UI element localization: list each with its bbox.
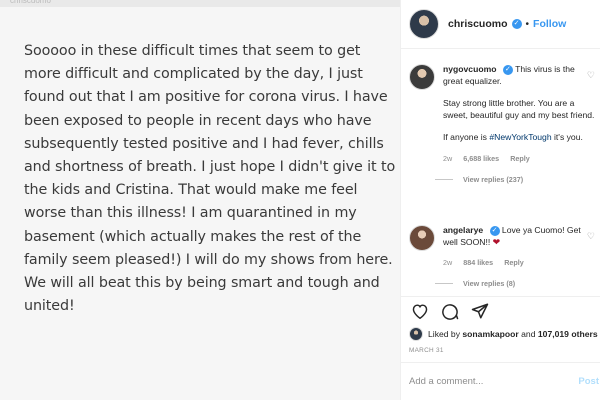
commenter-avatar[interactable] (409, 225, 435, 251)
share-paper-plane-icon[interactable] (469, 300, 491, 322)
liker-avatar (409, 327, 423, 341)
commenter-username[interactable]: nygovcuomo (443, 64, 496, 74)
replies-divider-line (435, 178, 453, 180)
reply-button[interactable]: Reply (510, 154, 530, 163)
comment-meta: 2w 6,688 likes Reply (443, 153, 595, 165)
post-image-watermark: chriscuomo (10, 0, 51, 5)
comment-meta: 2w 884 likes Reply (443, 257, 595, 269)
follow-button[interactable]: Follow (533, 18, 566, 30)
view-replies-button[interactable]: View replies (8) (435, 279, 595, 288)
comment-paragraph: Stay strong little brother. You are a sw… (443, 98, 595, 120)
comment-body: angelarye ✓ Love ya Cuomo! Get well SOON… (443, 225, 595, 269)
like-heart-icon[interactable] (409, 300, 431, 322)
comment-like-heart-icon[interactable]: ♡ (587, 70, 595, 81)
liked-by-middle: and (518, 329, 538, 339)
post-comment-button[interactable]: Post (578, 376, 599, 387)
post-header: chriscuomo ✓ • Follow (401, 0, 600, 49)
post-image: chriscuomo Sooooo in these difficult tim… (0, 0, 400, 400)
verified-badge-icon: ✓ (489, 225, 500, 236)
liked-by-summary[interactable]: Liked by sonamkapoor and 107,019 others (409, 327, 598, 341)
commenter-avatar[interactable] (409, 64, 435, 90)
post-side-panel: chriscuomo ✓ • Follow nygovcuomo ✓ This … (400, 0, 600, 400)
commenter-username[interactable]: angelarye (443, 225, 483, 235)
comment-item: angelarye ✓ Love ya Cuomo! Get well SOON… (409, 225, 595, 288)
comment-body: nygovcuomo ✓ This virus is the great equ… (443, 64, 595, 165)
comment-paragraph: If anyone is #NewYorkTough it's you. (443, 132, 595, 144)
add-comment-bar: Post (401, 362, 600, 400)
post-action-bar (401, 296, 600, 324)
liked-by-user[interactable]: sonamkapoor (462, 329, 518, 339)
header-separator: • (525, 18, 530, 30)
add-comment-input[interactable] (409, 376, 579, 387)
view-replies-label: View replies (8) (463, 278, 516, 288)
comment-age: 2w (443, 258, 453, 268)
comment-text: it's you. (551, 132, 583, 143)
comment-age: 2w (443, 153, 453, 163)
author-username[interactable]: chriscuomo (448, 18, 508, 30)
comments-list[interactable]: nygovcuomo ✓ This virus is the great equ… (401, 50, 600, 294)
liked-by-prefix: Liked by (428, 329, 463, 339)
comment-likes[interactable]: 6,688 likes (463, 154, 499, 163)
verified-badge-icon: ✓ (511, 19, 522, 29)
liked-by-text: Liked by sonamkapoor and 107,019 others (428, 329, 598, 339)
view-replies-label: View replies (237) (463, 174, 524, 184)
comment-like-heart-icon[interactable]: ♡ (587, 231, 595, 242)
post-date: MARCH 31 (409, 347, 444, 354)
replies-divider-line (435, 282, 453, 284)
verified-badge-icon: ✓ (502, 64, 513, 75)
comment-item: nygovcuomo ✓ This virus is the great equ… (409, 64, 595, 184)
post-image-top-strip: chriscuomo (0, 0, 400, 7)
comment-bubble-icon[interactable] (439, 300, 461, 322)
liked-by-count[interactable]: 107,019 others (538, 329, 598, 339)
post-image-text: Sooooo in these difficult times that see… (24, 43, 396, 315)
heart-emoji-icon: ❤ (492, 236, 501, 247)
reply-button[interactable]: Reply (504, 258, 524, 267)
view-replies-button[interactable]: View replies (237) (435, 175, 595, 184)
author-avatar[interactable] (409, 9, 439, 39)
hashtag-link[interactable]: #NewYorkTough (489, 132, 551, 142)
comment-likes[interactable]: 884 likes (463, 258, 493, 267)
comment-text: If anyone is (443, 132, 490, 143)
